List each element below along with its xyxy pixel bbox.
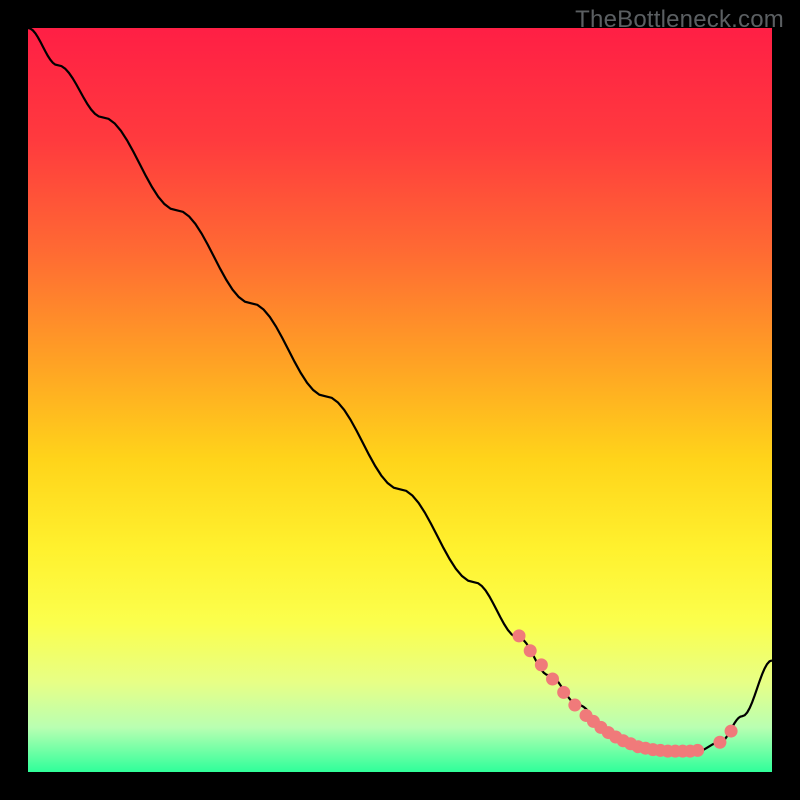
marker-dot: [535, 658, 548, 671]
marker-dot: [691, 744, 704, 757]
marker-dot: [524, 644, 537, 657]
marker-dot: [513, 629, 526, 642]
marker-dot: [713, 736, 726, 749]
marker-dot: [725, 725, 738, 738]
chart-svg: [28, 28, 772, 772]
marker-dot: [568, 699, 581, 712]
gradient-background: [28, 28, 772, 772]
marker-dot: [557, 686, 570, 699]
watermark-text: TheBottleneck.com: [575, 6, 784, 34]
plot-area: [28, 28, 772, 772]
chart-frame: TheBottleneck.com: [0, 0, 800, 800]
marker-dot: [546, 673, 559, 686]
